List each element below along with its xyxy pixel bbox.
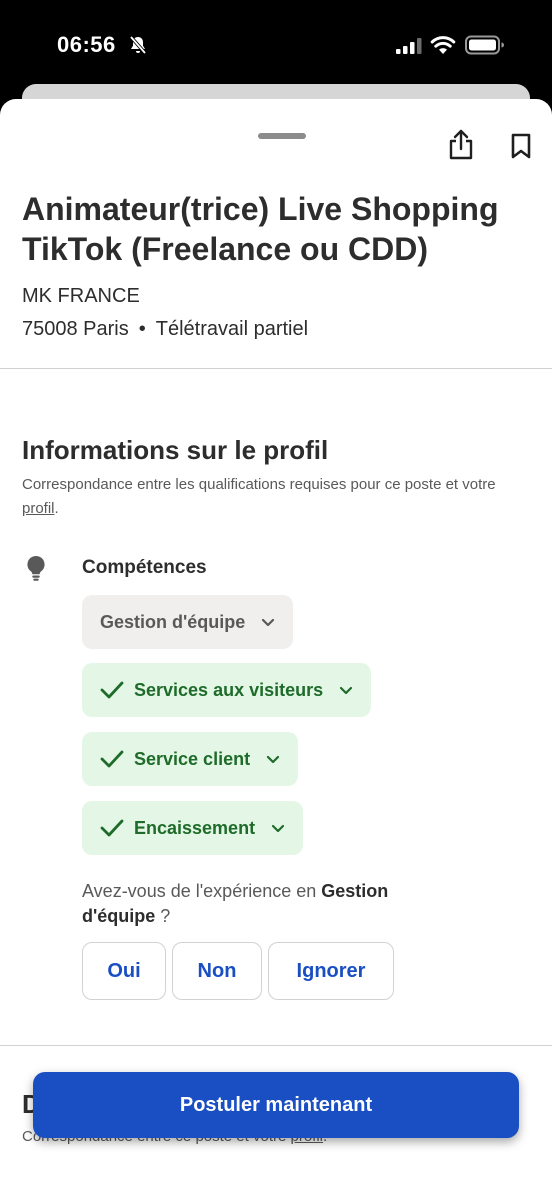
skill-chip-label: Services aux visiteurs bbox=[134, 679, 324, 700]
bell-off-icon bbox=[128, 35, 148, 60]
job-title: Animateur(trice) Live Shopping TikTok (F… bbox=[22, 191, 499, 267]
status-bar: 06:56 bbox=[0, 0, 552, 90]
profile-desc-text: Correspondance entre les qualifications … bbox=[22, 476, 496, 493]
profile-desc-suffix: . bbox=[54, 500, 59, 517]
skill-chip-services-visiteurs[interactable]: Services aux visiteurs bbox=[82, 663, 372, 717]
chevron-down-icon bbox=[339, 686, 353, 695]
check-icon bbox=[100, 750, 124, 768]
divider bbox=[0, 1045, 552, 1046]
skill-chip-label: Service client bbox=[134, 748, 251, 769]
job-location-row: 75008 Paris • Télétravail partiel bbox=[22, 318, 308, 341]
job-details-sheet: Animateur(trice) Live Shopping TikTok (F… bbox=[0, 99, 552, 1200]
lightbulb-icon bbox=[24, 554, 48, 587]
question-text: Avez-vous de l'expérience en bbox=[82, 881, 322, 901]
check-icon bbox=[100, 681, 124, 699]
divider bbox=[0, 368, 552, 369]
job-location: 75008 Paris bbox=[22, 318, 129, 340]
check-icon bbox=[100, 819, 124, 837]
chevron-down-icon bbox=[266, 755, 280, 764]
experience-question: Avez-vous de l'expérience en Gestion d'é… bbox=[82, 879, 462, 929]
work-mode: Télétravail partiel bbox=[155, 318, 309, 340]
apply-now-button[interactable]: Postuler maintenant bbox=[33, 1072, 519, 1138]
separator-dot: • bbox=[138, 318, 146, 340]
skill-chip-gestion-equipe[interactable]: Gestion d'équipe bbox=[82, 595, 294, 649]
bookmark-icon[interactable] bbox=[510, 133, 532, 164]
answer-no-button[interactable]: Non bbox=[172, 942, 262, 1000]
sheet-drag-handle[interactable] bbox=[258, 133, 306, 139]
share-icon[interactable] bbox=[448, 129, 474, 166]
skills-label: Compétences bbox=[82, 557, 207, 578]
profile-link[interactable]: profil bbox=[22, 500, 55, 517]
skill-chip-service-client[interactable]: Service client bbox=[82, 732, 299, 786]
status-time: 06:56 bbox=[57, 32, 116, 57]
company-name[interactable]: MK FRANCE bbox=[22, 285, 140, 308]
profile-section-title: Informations sur le profil bbox=[22, 435, 329, 465]
signal-icon bbox=[396, 38, 422, 59]
answer-yes-button[interactable]: Oui bbox=[82, 942, 166, 1000]
skill-chip-encaissement[interactable]: Encaissement bbox=[82, 801, 304, 855]
answer-skip-button[interactable]: Ignorer bbox=[268, 942, 394, 1000]
chevron-down-icon bbox=[261, 618, 275, 627]
wifi-icon bbox=[430, 35, 456, 60]
skill-chip-label: Encaissement bbox=[134, 817, 256, 838]
question-suffix: ? bbox=[155, 906, 171, 926]
skill-chip-label: Gestion d'équipe bbox=[100, 611, 246, 632]
chevron-down-icon bbox=[271, 824, 285, 833]
battery-icon bbox=[465, 35, 505, 60]
profile-section-description: Correspondance entre les qualifications … bbox=[22, 473, 532, 521]
